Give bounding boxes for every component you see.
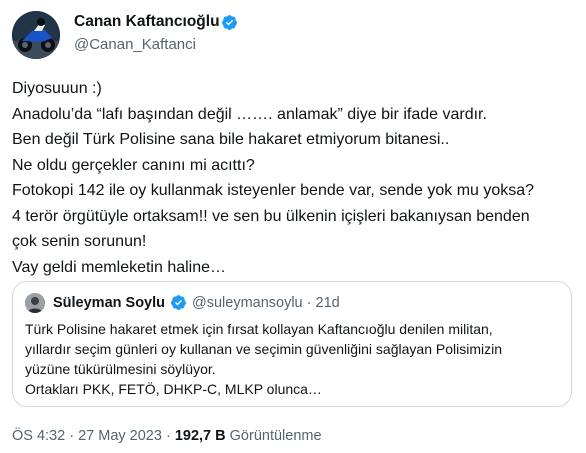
tweet-line: Anadolu’da “lafı başından değil ……. anla… bbox=[12, 105, 487, 123]
quoted-line: yüzüne tükürülmesini söylüyor. bbox=[25, 361, 216, 377]
quoted-tweet-text: Türk Polisine hakaret etmek için fırsat … bbox=[25, 319, 560, 399]
quoted-timestamp[interactable]: 21d bbox=[316, 295, 340, 311]
meta-separator: · bbox=[65, 428, 79, 444]
quoted-meta: @suleymansoylu · 21d bbox=[192, 293, 340, 313]
tweet-line: Vay geldi memleketin haline… bbox=[12, 258, 227, 276]
tweet-text: Diyosuuun :) Anadolu’da “lafı başından d… bbox=[12, 76, 582, 280]
quoted-line: Türk Polisine hakaret etmek için fırsat … bbox=[25, 321, 493, 337]
author-name[interactable]: Canan Kaftancıoğlu bbox=[74, 12, 220, 32]
tweet-meta: ÖS 4:32 · 27 May 2023 · 192,7 B Görüntül… bbox=[12, 426, 322, 446]
quoted-author-avatar[interactable] bbox=[25, 293, 45, 313]
quoted-avatar-image bbox=[25, 293, 45, 313]
tweet-time[interactable]: ÖS 4:32 bbox=[12, 428, 65, 444]
quoted-line: Ortakları PKK, FETÖ, DHKP-C, MLKP olunca… bbox=[25, 381, 322, 397]
quoted-author-handle[interactable]: @suleymansoylu bbox=[192, 295, 303, 311]
tweet-line: Ne oldu gerçekler canını mi acıttı? bbox=[12, 156, 255, 174]
quoted-line: yıllardır seçim günleri oy kullanan ve s… bbox=[25, 341, 502, 357]
meta-separator: · bbox=[161, 428, 175, 444]
tweet-line: Fotokopi 142 ile oy kullanmak isteyenler… bbox=[12, 182, 535, 199]
tweet-line: 4 terör örgütüyle ortaksam!! ve sen bu ü… bbox=[12, 207, 530, 225]
views-label: Görüntülenme bbox=[225, 428, 322, 444]
tweet-line: Ben değil Türk Polisine sana bile hakare… bbox=[12, 131, 450, 148]
views-count: 192,7 B bbox=[174, 428, 226, 444]
meta-separator: · bbox=[306, 295, 312, 311]
tweet-date[interactable]: 27 May 2023 bbox=[78, 428, 162, 444]
tweet-line: çok senin sorunun! bbox=[12, 233, 147, 250]
author-avatar[interactable] bbox=[12, 11, 60, 59]
quoted-author-name[interactable]: Süleyman Soylu bbox=[53, 293, 165, 313]
avatar-motorcycle-image bbox=[12, 11, 60, 59]
tweet-line: Diyosuuun :) bbox=[12, 80, 102, 97]
author-handle[interactable]: @Canan_Kaftanci bbox=[74, 35, 196, 55]
verified-badge-icon bbox=[171, 295, 186, 310]
quoted-tweet-card[interactable]: Süleyman Soylu @suleymansoylu · 21d Türk… bbox=[12, 281, 572, 407]
verified-badge-icon bbox=[222, 15, 237, 30]
